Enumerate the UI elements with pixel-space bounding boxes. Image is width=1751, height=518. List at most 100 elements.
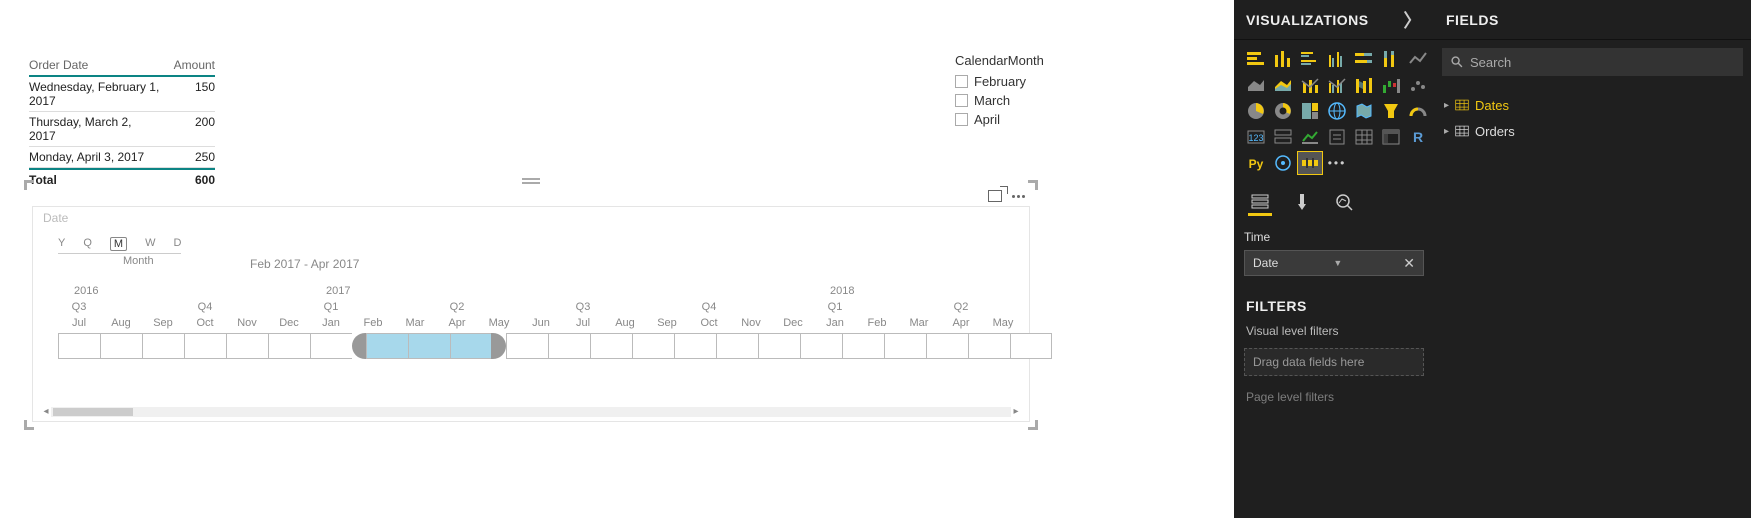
slicer-item[interactable]: April [955, 112, 1095, 127]
checkbox-icon[interactable] [955, 94, 968, 107]
timeline-cell[interactable] [142, 333, 184, 359]
dropdown-icon[interactable]: ▼ [1333, 258, 1342, 268]
timeline-cell[interactable] [926, 333, 968, 359]
table-row[interactable]: Wednesday, February 1, 2017 150 [29, 77, 215, 112]
timeline-cell[interactable] [884, 333, 926, 359]
scroll-left-icon[interactable]: ◂ [41, 407, 51, 417]
custom-timeline-visual-icon[interactable] [1298, 152, 1322, 174]
stacked-bar-chart-icon[interactable] [1244, 48, 1268, 70]
slicer-item[interactable]: February [955, 74, 1095, 89]
range-start-handle[interactable] [352, 333, 367, 359]
granularity-year[interactable]: Y [58, 237, 65, 251]
waterfall-chart-icon[interactable] [1379, 74, 1403, 96]
matrix-icon[interactable] [1379, 126, 1403, 148]
import-visual-icon[interactable]: ••• [1325, 152, 1349, 174]
horizontal-scrollbar[interactable]: ◂ ▸ [41, 406, 1021, 418]
granularity-day[interactable]: D [173, 237, 181, 251]
gauge-icon[interactable] [1406, 100, 1430, 122]
arcgis-map-icon[interactable] [1271, 152, 1295, 174]
field-table-dates[interactable]: ▸ Dates [1444, 92, 1741, 118]
selection-corner[interactable] [24, 180, 34, 190]
filled-map-icon[interactable] [1352, 100, 1376, 122]
fields-search-input[interactable]: Search [1442, 48, 1743, 76]
timeline-visual[interactable]: Date Y Q M W D Month Feb 2017 - Apr 2017… [24, 180, 1038, 430]
granularity-week[interactable]: W [145, 237, 155, 251]
range-end-handle[interactable] [491, 333, 506, 359]
card-icon[interactable]: 123 [1244, 126, 1268, 148]
hundred-stacked-column-icon[interactable] [1379, 48, 1403, 70]
fields-tab-icon[interactable] [1248, 188, 1272, 216]
timeline-cell[interactable] [716, 333, 758, 359]
format-tab-icon[interactable] [1290, 188, 1314, 216]
timeline-cell[interactable] [1010, 333, 1052, 359]
map-icon[interactable] [1325, 100, 1349, 122]
timeline-cell[interactable] [58, 333, 100, 359]
timeline-cell[interactable] [268, 333, 310, 359]
timeline-cell[interactable] [310, 333, 352, 359]
granularity-selector[interactable]: Y Q M W D [58, 237, 181, 254]
checkbox-icon[interactable] [955, 75, 968, 88]
pie-chart-icon[interactable] [1244, 100, 1268, 122]
timeline-cell[interactable] [632, 333, 674, 359]
timeline-cell[interactable] [226, 333, 268, 359]
line-chart-icon[interactable] [1406, 48, 1430, 70]
visual-level-filters-dropzone[interactable]: Drag data fields here [1244, 348, 1424, 376]
kpi-icon[interactable] [1298, 126, 1322, 148]
field-table-orders[interactable]: ▸ Orders [1444, 118, 1741, 144]
more-options-icon[interactable] [1012, 195, 1028, 198]
field-well-date[interactable]: Date ▼ ✕ [1244, 250, 1424, 276]
area-chart-icon[interactable] [1244, 74, 1268, 96]
line-stacked-column-icon[interactable] [1298, 74, 1322, 96]
selection-corner[interactable] [1028, 180, 1038, 190]
timeline-cell[interactable] [590, 333, 632, 359]
analytics-tab-icon[interactable] [1332, 188, 1356, 216]
scroll-thumb[interactable] [53, 408, 133, 416]
timeline-cell[interactable] [968, 333, 1010, 359]
timeline-cell[interactable] [674, 333, 716, 359]
timeline-cell[interactable] [506, 333, 548, 359]
timeline-cell[interactable] [366, 333, 408, 359]
timeline-cell[interactable] [450, 333, 492, 359]
scatter-chart-icon[interactable] [1406, 74, 1430, 96]
visualizations-header[interactable]: VISUALIZATIONS 〉 [1234, 0, 1434, 40]
r-visual-icon[interactable]: R [1406, 126, 1430, 148]
timeline-cell[interactable] [548, 333, 590, 359]
donut-chart-icon[interactable] [1271, 100, 1295, 122]
clustered-column-chart-icon[interactable] [1325, 48, 1349, 70]
table-row[interactable]: Monday, April 3, 2017 250 [29, 147, 215, 168]
treemap-icon[interactable] [1298, 100, 1322, 122]
funnel-icon[interactable] [1379, 100, 1403, 122]
focus-mode-icon[interactable] [988, 190, 1002, 202]
timeline-cell[interactable] [800, 333, 842, 359]
collapse-pane-icon[interactable]: 〉 [1404, 7, 1423, 33]
multi-row-card-icon[interactable] [1271, 126, 1295, 148]
drag-grip-icon[interactable] [522, 178, 540, 184]
ribbon-chart-icon[interactable] [1352, 74, 1376, 96]
expand-icon[interactable]: ▸ [1444, 100, 1449, 111]
timeline-cell[interactable] [100, 333, 142, 359]
hundred-stacked-bar-icon[interactable] [1352, 48, 1376, 70]
fields-header[interactable]: FIELDS [1434, 0, 1751, 40]
remove-field-icon[interactable]: ✕ [1403, 255, 1415, 272]
timeline-cell[interactable] [842, 333, 884, 359]
stacked-column-chart-icon[interactable] [1271, 48, 1295, 70]
slicer-icon[interactable] [1325, 126, 1349, 148]
line-clustered-column-icon[interactable] [1325, 74, 1349, 96]
timeline-cells[interactable] [58, 333, 1052, 359]
timeline-cell[interactable] [408, 333, 450, 359]
checkbox-icon[interactable] [955, 113, 968, 126]
table-icon[interactable] [1352, 126, 1376, 148]
stacked-area-chart-icon[interactable] [1271, 74, 1295, 96]
table-visual[interactable]: Order Date Amount Wednesday, February 1,… [29, 58, 215, 187]
timeline-cell[interactable] [758, 333, 800, 359]
expand-icon[interactable]: ▸ [1444, 126, 1449, 137]
report-canvas[interactable]: Order Date Amount Wednesday, February 1,… [0, 0, 1234, 518]
slicer-item[interactable]: March [955, 93, 1095, 108]
python-visual-icon[interactable]: Py [1244, 152, 1268, 174]
scroll-track[interactable] [51, 407, 1011, 417]
granularity-month[interactable]: M [110, 237, 127, 251]
table-row[interactable]: Thursday, March 2, 2017 200 [29, 112, 215, 147]
clustered-bar-chart-icon[interactable] [1298, 48, 1322, 70]
scroll-right-icon[interactable]: ▸ [1011, 407, 1021, 417]
granularity-quarter[interactable]: Q [83, 237, 92, 251]
